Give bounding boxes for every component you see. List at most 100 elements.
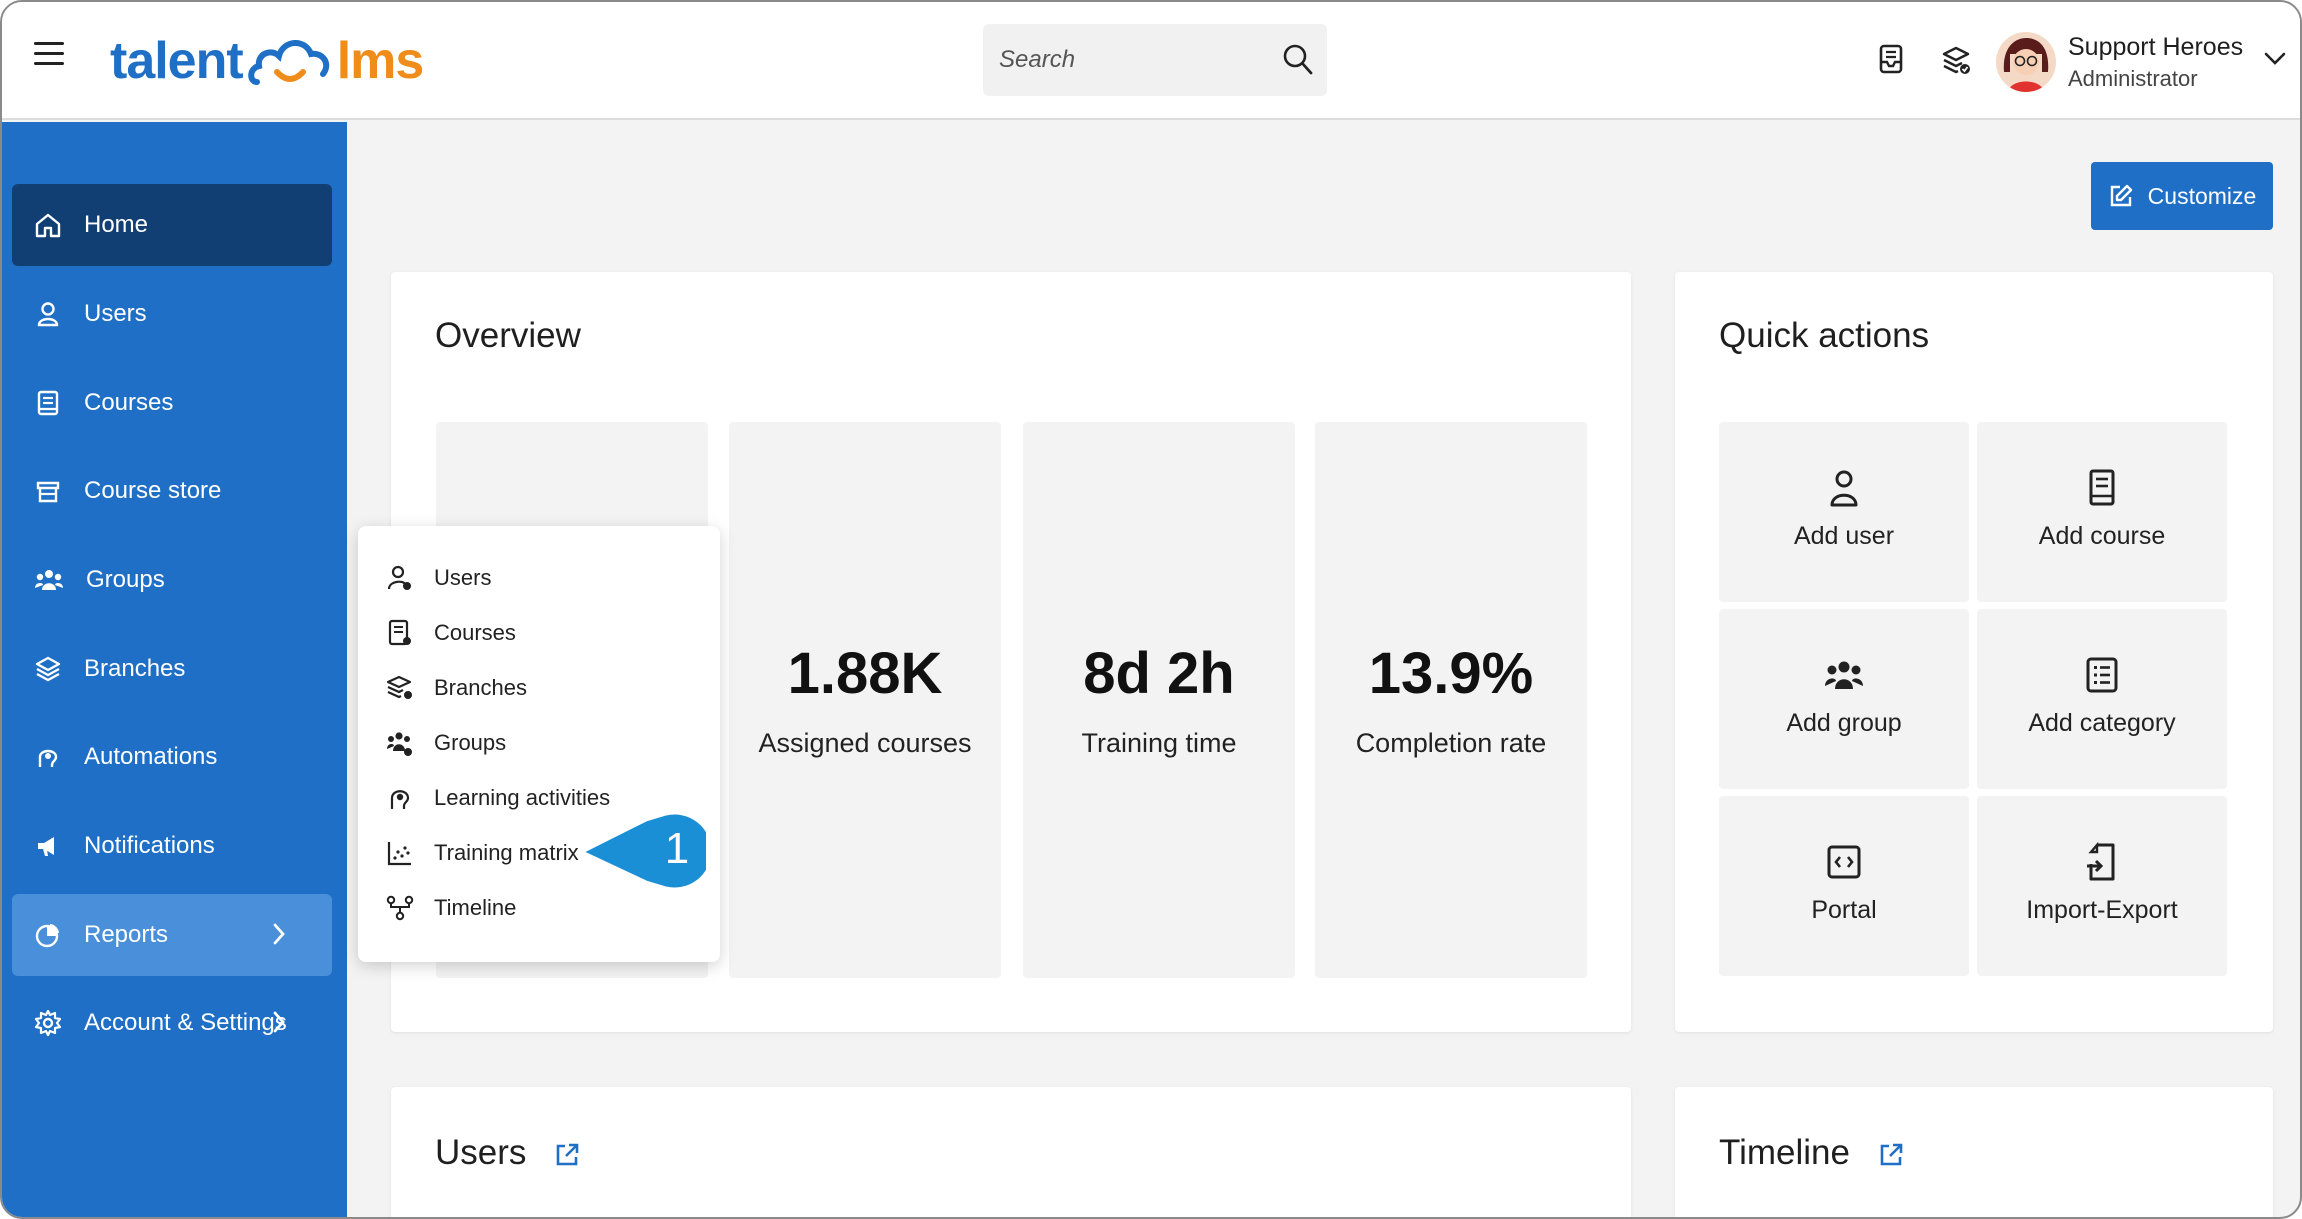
timeline-card-title: Timeline <box>1719 1133 1904 1173</box>
external-link-icon[interactable] <box>554 1142 580 1168</box>
scatter-icon <box>387 842 411 866</box>
stat-value: 13.9% <box>1368 641 1534 706</box>
add-user-button[interactable]: Add user <box>1719 422 1969 602</box>
stat-label: Assigned courses <box>758 728 972 758</box>
hamburger-menu-icon[interactable] <box>34 42 64 68</box>
megaphone-icon <box>38 837 54 856</box>
user-icon <box>1830 470 1858 507</box>
sidebar-item-courses[interactable]: Courses <box>12 362 332 444</box>
add-course-button[interactable]: Add course <box>1977 422 2227 602</box>
sidebar-item-label: Branches <box>84 655 186 682</box>
user-report-icon <box>387 565 411 590</box>
user-profile-menu[interactable]: Support Heroes Administrator <box>1996 18 2296 106</box>
reports-menu-item-training-matrix[interactable]: Training matrix <box>386 831 579 875</box>
messages-icon[interactable] <box>1876 42 1908 78</box>
search-input[interactable] <box>999 46 1269 74</box>
list-icon <box>2086 657 2118 693</box>
reports-menu-item-courses[interactable]: Courses <box>386 611 516 655</box>
reports-menu-item-branches[interactable]: Branches <box>386 666 527 710</box>
reports-submenu: Users Courses Branches Groups Learning a… <box>358 526 720 962</box>
reports-menu-label: Branches <box>434 675 527 700</box>
home-icon <box>35 213 61 238</box>
search-box[interactable] <box>983 24 1327 96</box>
stat-tile-completion-rate[interactable]: 13.9% Completion rate <box>1315 422 1587 978</box>
pie-chart-icon <box>35 924 59 948</box>
quick-action-label: Add group <box>1786 709 1902 737</box>
quick-action-label: Add user <box>1793 522 1895 550</box>
search-icon[interactable] <box>1283 44 1313 76</box>
customize-label: Customize <box>2147 182 2257 209</box>
reports-menu-item-learning-activities[interactable]: Learning activities <box>386 776 610 820</box>
customize-button[interactable]: Customize <box>2091 162 2273 230</box>
sidebar-item-reports[interactable]: Reports <box>12 894 332 976</box>
gear-icon <box>34 1009 62 1037</box>
app-window: talent lms Search Support Heroes Adminis… <box>0 0 2302 1219</box>
logo-text-talent: talent <box>110 32 244 90</box>
layers-icon <box>35 656 61 682</box>
reports-menu-label: Courses <box>434 620 516 645</box>
automation-icon <box>38 749 58 767</box>
sidebar-item-account-settings[interactable]: Account & Settings <box>12 982 332 1064</box>
talentlms-logo[interactable]: talent lms <box>110 26 425 96</box>
group-icon <box>35 570 63 590</box>
stat-label: Training time <box>1081 728 1237 758</box>
step-callout: 1 <box>580 810 715 891</box>
sidebar-item-groups[interactable]: Groups <box>12 539 332 621</box>
stat-tile-training-time[interactable]: 8d 2h Training time <box>1023 422 1295 978</box>
code-icon <box>1827 845 1861 879</box>
reports-menu-item-groups[interactable]: Groups <box>386 721 506 765</box>
overview-title: Overview <box>435 316 581 355</box>
branches-report-icon <box>386 675 412 699</box>
quick-action-label: Add course <box>2038 522 2166 550</box>
group-icon <box>1825 661 1863 689</box>
groups-report-icon <box>387 732 412 756</box>
sidebar-item-branches[interactable]: Branches <box>12 628 332 710</box>
quick-actions-title: Quick actions <box>1719 316 1930 355</box>
sidebar-item-label: Groups <box>86 566 165 593</box>
logo-text-lms: lms <box>336 32 425 90</box>
logo-cloud-icon <box>247 40 329 85</box>
portal-button[interactable]: Portal <box>1719 796 1969 976</box>
chevron-down-icon[interactable] <box>2264 52 2286 66</box>
add-group-button[interactable]: Add group <box>1719 609 1969 789</box>
edit-icon <box>2110 184 2132 207</box>
stat-label: Completion rate <box>1355 728 1547 758</box>
user-icon <box>37 302 59 327</box>
course-report-icon <box>388 619 411 646</box>
reports-menu-label: Groups <box>434 730 507 755</box>
sidebar-item-label: Users <box>84 300 147 327</box>
sidebar-item-label: Automations <box>84 743 218 770</box>
sidebar-item-course-store[interactable]: Course store <box>12 450 332 532</box>
quick-action-label: Import-Export <box>2026 896 2178 924</box>
sidebar-item-label: Course store <box>84 477 222 504</box>
sidebar-item-notifications[interactable]: Notifications <box>12 805 332 887</box>
reports-menu-label: Timeline <box>434 895 517 920</box>
stat-tile-assigned-courses[interactable]: 1.88K Assigned courses <box>729 422 1001 978</box>
quick-action-label: Add category <box>2028 709 2176 737</box>
learning-activities-icon <box>390 790 410 809</box>
callout-number: 1 <box>664 824 690 873</box>
sidebar-item-automations[interactable]: Automations <box>12 716 332 798</box>
add-category-button[interactable]: Add category <box>1977 609 2227 789</box>
sidebar-item-users[interactable]: Users <box>12 273 332 355</box>
import-export-button[interactable]: Import-Export <box>1977 796 2227 976</box>
user-role: Administrator <box>2068 65 2198 91</box>
branches-switch-icon[interactable] <box>1940 42 1972 78</box>
external-link-icon[interactable] <box>1878 1142 1904 1168</box>
sidebar-item-label: Home <box>84 211 149 238</box>
sidebar: Home Users Courses Course store Groups B… <box>2 122 347 1217</box>
avatar <box>1996 32 2056 92</box>
sidebar-item-home[interactable]: Home <box>12 184 332 266</box>
reports-menu-item-timeline[interactable]: Timeline <box>386 886 516 930</box>
sidebar-item-label: Account & Settings <box>84 1009 287 1036</box>
users-card: Users <box>391 1087 1631 1217</box>
sidebar-item-label: Notifications <box>84 832 215 859</box>
sidebar-item-label: Courses <box>84 389 174 416</box>
users-title-text: Users <box>435 1133 527 1172</box>
user-name: Support Heroes <box>2068 32 2244 61</box>
timeline-card: Timeline <box>1675 1087 2273 1217</box>
reports-menu-label: Users <box>434 565 492 590</box>
timeline-title-text: Timeline <box>1719 1133 1850 1172</box>
import-export-icon <box>2087 842 2115 881</box>
reports-menu-item-users[interactable]: Users <box>386 556 491 600</box>
